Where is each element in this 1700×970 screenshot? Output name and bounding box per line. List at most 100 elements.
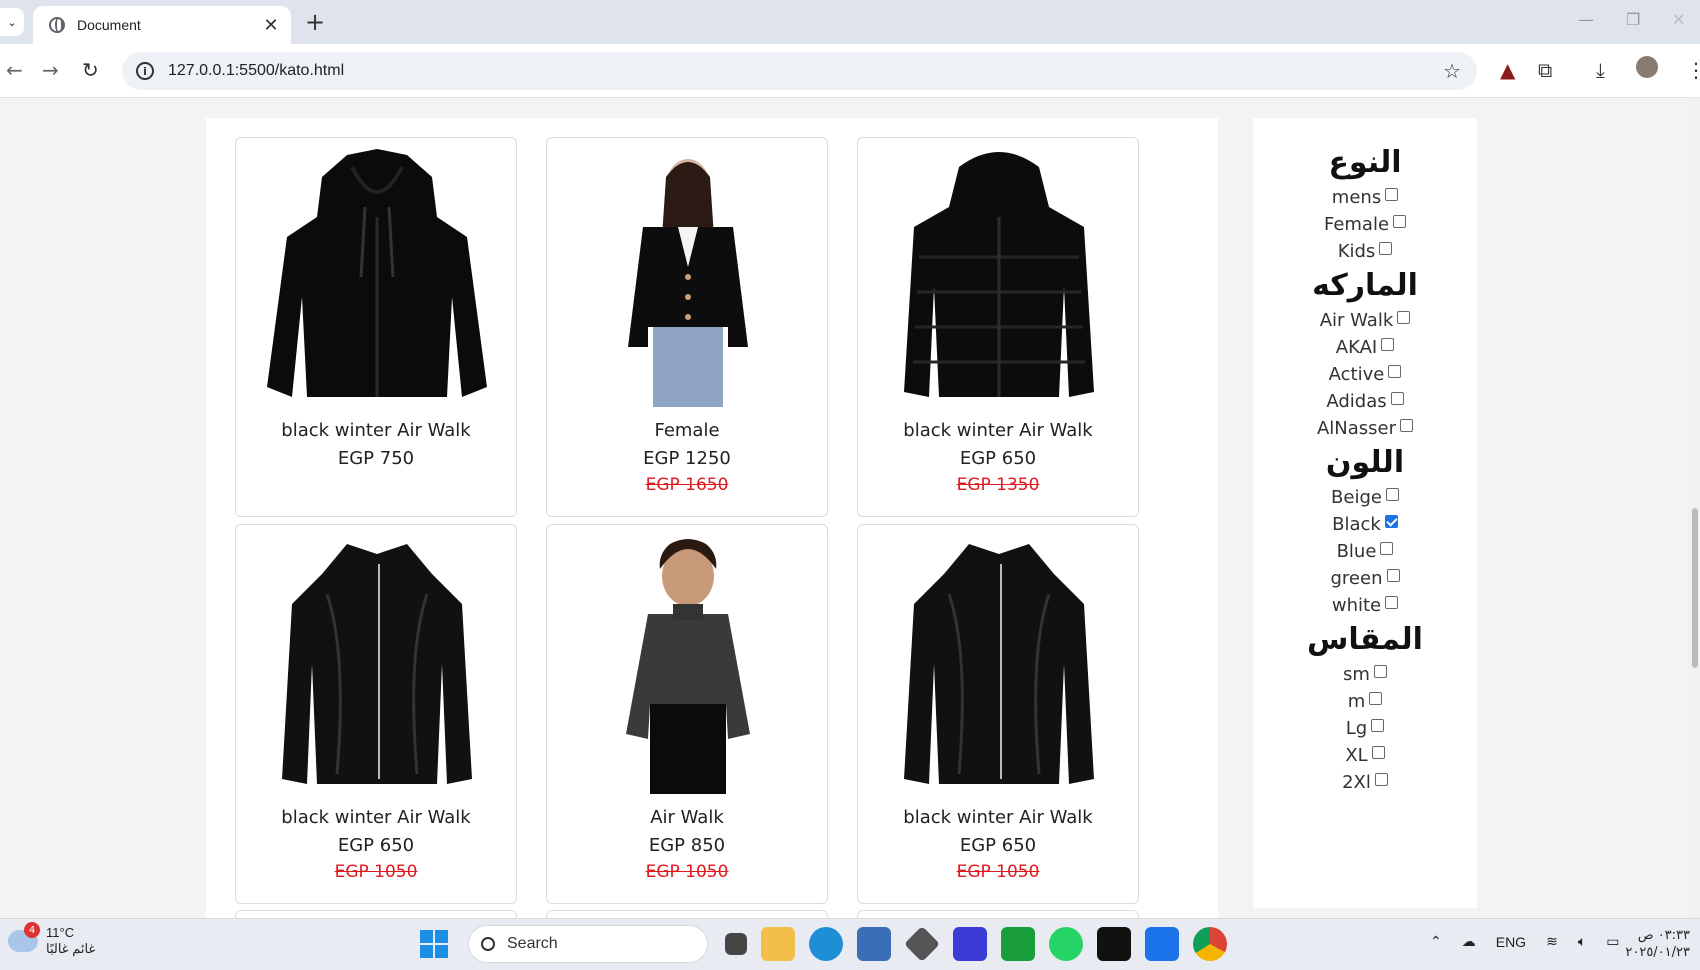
filter-option-2xl[interactable]: 2Xl [1253,769,1477,796]
whatsapp-icon[interactable] [1049,927,1083,961]
site-info-icon[interactable]: i [136,62,154,80]
reload-icon[interactable]: ↻ [82,58,99,82]
tradingview-icon[interactable] [1097,927,1131,961]
filter-checkbox[interactable] [1380,542,1394,555]
app-m-icon[interactable] [953,927,987,961]
page-viewport: black winter Air Walk EGP 750 Female EGP… [0,98,1700,918]
filter-checkbox[interactable] [1371,746,1385,759]
store-icon[interactable] [857,927,891,961]
wifi-icon[interactable]: ≋ [1546,933,1558,950]
filter-option-lg[interactable]: Lg [1253,715,1477,742]
menu-kebab-icon[interactable]: ⋮ [1686,58,1700,82]
filter-option-alnasser[interactable]: AlNasser [1253,415,1477,442]
product-name: black winter Air Walk [903,807,1093,828]
extension-red-icon[interactable]: ▲ [1500,58,1515,82]
filter-checkbox-checked[interactable] [1384,515,1398,528]
filter-checkbox[interactable] [1373,665,1387,678]
product-price: EGP 750 [337,448,415,469]
tray-cloud-icon[interactable]: ☁ [1462,933,1476,950]
restore-icon[interactable]: ❐ [1626,10,1640,29]
product-card[interactable]: black winter Air Walk EGP 650 EGP 1350 [857,137,1139,517]
product-name: black winter Air Walk [281,807,471,828]
filter-option-adidas[interactable]: Adidas [1253,388,1477,415]
filter-option-female[interactable]: Female [1253,211,1477,238]
chrome-icon[interactable] [1193,927,1227,961]
windows-start-icon[interactable] [420,930,448,958]
forward-icon[interactable]: → [42,58,59,82]
product-card[interactable] [857,910,1139,918]
product-image-kid-turtleneck[interactable] [549,527,827,803]
browser-tab[interactable]: Document ✕ [33,6,291,44]
task-view-icon[interactable] [725,933,747,955]
product-image-puffer-jacket[interactable] [860,140,1138,416]
xbox-icon[interactable] [1001,927,1035,961]
address-bar[interactable]: i 127.0.0.1:5500/kato.html ☆ [122,52,1477,90]
extensions-puzzle-icon[interactable]: ⧉ [1538,58,1552,82]
filter-option-mens[interactable]: mens [1253,184,1477,211]
product-card[interactable]: black winter Air Walk EGP 650 EGP 1050 [235,524,517,904]
browser-toolbar: ← → ↻ i 127.0.0.1:5500/kato.html ☆ [0,44,1700,98]
tab-search-dropdown-icon[interactable]: ⌄ [0,8,24,36]
filter-option-sm[interactable]: sm [1253,661,1477,688]
filter-option-akai[interactable]: AKAI [1253,334,1477,361]
scrollbar-thumb[interactable] [1692,508,1698,668]
volume-icon[interactable]: 🔈︎ [1578,933,1586,950]
filter-option-beige[interactable]: Beige [1253,484,1477,511]
cube-app-icon[interactable] [903,925,941,963]
filter-option-active[interactable]: Active [1253,361,1477,388]
filter-option-black[interactable]: Black [1253,511,1477,538]
filter-checkbox[interactable] [1393,215,1407,228]
filter-checkbox[interactable] [1369,692,1383,705]
filter-label: Black [1332,514,1381,535]
filter-option-kids[interactable]: Kids [1253,238,1477,265]
product-image-leather-jacket[interactable] [860,527,1138,803]
filter-checkbox[interactable] [1386,569,1400,582]
edge-icon[interactable] [809,927,843,961]
filter-checkbox[interactable] [1385,488,1399,501]
vscode-icon[interactable] [1145,927,1179,961]
filter-checkbox[interactable] [1381,338,1395,351]
minimize-icon[interactable]: — [1578,10,1594,29]
bookmark-star-icon[interactable]: ☆ [1443,59,1461,83]
filter-checkbox[interactable] [1400,419,1414,432]
product-card[interactable]: black winter Air Walk EGP 650 EGP 1050 [857,524,1139,904]
filter-option-green[interactable]: green [1253,565,1477,592]
filter-checkbox[interactable] [1374,773,1388,786]
url-text[interactable]: 127.0.0.1:5500/kato.html [168,62,1443,80]
product-card[interactable] [235,910,517,918]
product-image-hoodie[interactable] [238,140,516,416]
download-icon[interactable]: ⤓ [1596,58,1605,82]
filter-checkbox[interactable] [1385,596,1399,609]
taskbar-clock[interactable]: ٠٣:٣٣ ص ٢٠٢٥/٠١/٢٣ [1610,927,1690,961]
product-card[interactable]: black winter Air Walk EGP 750 [235,137,517,517]
product-card[interactable]: Air Walk EGP 850 EGP 1050 [546,524,828,904]
product-image-female-cardigan[interactable] [549,140,827,416]
back-icon[interactable]: ← [6,58,23,82]
filter-option-m[interactable]: m [1253,688,1477,715]
weather-widget[interactable]: 4 11°C غائم غالبًا [8,922,95,957]
filter-checkbox[interactable] [1388,365,1402,378]
taskbar-search[interactable]: Search [468,925,708,963]
product-card[interactable] [546,910,828,918]
filter-option-blue[interactable]: Blue [1253,538,1477,565]
page-scrollbar[interactable] [1690,98,1700,918]
filter-option-white[interactable]: white [1253,592,1477,619]
product-card[interactable]: Female EGP 1250 EGP 1650 [546,137,828,517]
profile-avatar[interactable] [1636,56,1658,78]
filter-option-xl[interactable]: XL [1253,742,1477,769]
filter-option-air-walk[interactable]: Air Walk [1253,307,1477,334]
search-icon [481,937,495,951]
tray-overflow-icon[interactable]: ⌃ [1430,933,1442,950]
filter-checkbox[interactable] [1379,242,1393,255]
language-indicator[interactable]: ENG [1496,934,1526,950]
new-tab-button[interactable]: + [305,8,325,36]
filter-heading-brand: الماركه [1312,268,1418,303]
window-close-icon[interactable]: ✕ [1672,10,1685,29]
filter-checkbox[interactable] [1371,719,1385,732]
filter-checkbox[interactable] [1390,392,1404,405]
filter-checkbox[interactable] [1397,311,1411,324]
file-explorer-icon[interactable] [761,927,795,961]
filter-checkbox[interactable] [1385,188,1399,201]
close-tab-icon[interactable]: ✕ [261,15,281,36]
product-image-leather-jacket[interactable] [238,527,516,803]
